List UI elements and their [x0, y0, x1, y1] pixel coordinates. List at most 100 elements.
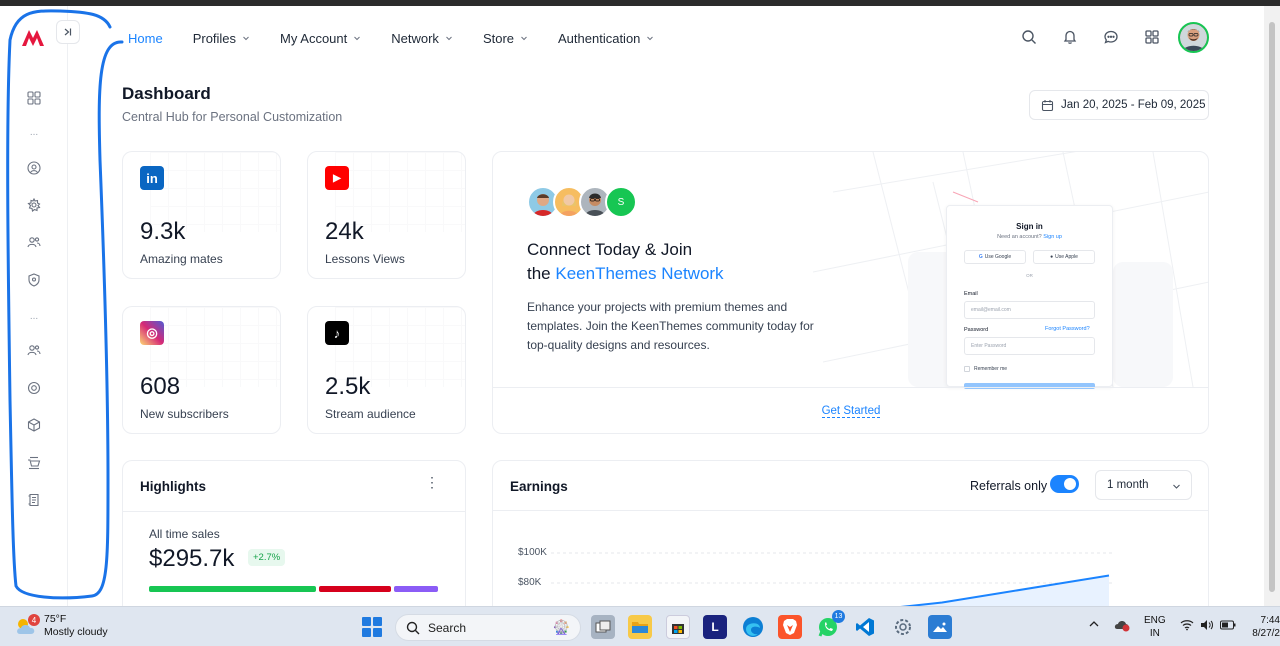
nav-network[interactable]: Network	[391, 31, 453, 46]
tiktok-icon: ♪	[325, 321, 349, 345]
nav-home[interactable]: Home	[128, 31, 163, 46]
change-badge: +2.7%	[248, 549, 286, 566]
task-view-icon[interactable]	[591, 615, 615, 639]
weather-badge: 4	[28, 614, 40, 626]
stat-value: 608	[140, 373, 181, 400]
clock[interactable]: 7:44 8/27/2	[1248, 614, 1280, 640]
email-field-preview: email@email.com	[964, 301, 1095, 319]
stat-value: 2.5k	[325, 373, 371, 400]
settings-app-icon[interactable]	[891, 615, 915, 639]
google-label: Use Google	[984, 254, 1012, 260]
nav-my-account-label: My Account	[280, 30, 348, 46]
email-label: Email	[964, 291, 978, 297]
search-icon	[406, 621, 420, 634]
battery-icon[interactable]	[1220, 620, 1236, 633]
cloud-sync-error-icon[interactable]	[1113, 618, 1131, 635]
settings-circle-icon[interactable]	[26, 380, 42, 396]
user-circle-icon[interactable]	[26, 160, 42, 176]
get-started-link[interactable]: Get Started	[821, 405, 881, 418]
cart-icon[interactable]	[26, 455, 42, 471]
nav-authentication[interactable]: Authentication	[558, 31, 654, 46]
connect-title-accent[interactable]: KeenThemes Network	[555, 264, 723, 283]
sidebar-collapse-button[interactable]	[56, 20, 80, 44]
edge-icon[interactable]	[741, 615, 765, 639]
cloud-error-glyph	[1114, 621, 1130, 632]
page-scrollbar[interactable]	[1264, 6, 1280, 606]
l-app-icon[interactable]: L	[703, 615, 727, 639]
file-explorer-icon[interactable]	[628, 615, 652, 639]
stat-label: New subscribers	[140, 407, 229, 421]
connect-card: S Connect Today & Join the KeenThemes Ne…	[492, 151, 1209, 434]
brave-glyph	[783, 619, 797, 635]
windows-start-icon[interactable]	[362, 617, 382, 637]
highlights-title: Highlights	[140, 479, 206, 494]
metronic-logo[interactable]	[20, 28, 46, 48]
language-indicator[interactable]: ENG IN	[1144, 614, 1166, 640]
date-range-picker[interactable]: Jan 20, 2025 - Feb 09, 2025	[1029, 90, 1209, 120]
photos-glyph	[933, 622, 947, 632]
stat-card-tiktok[interactable]: ♪ 2.5k Stream audience	[307, 306, 466, 434]
avatar-letter: S	[617, 196, 625, 208]
tiktok-glyph: ♪	[333, 325, 341, 341]
clock-date: 8/27/2	[1252, 628, 1280, 639]
vscode-icon[interactable]	[853, 615, 877, 639]
gear-icon[interactable]	[26, 197, 42, 213]
apps-grid-icon[interactable]	[1143, 28, 1161, 46]
nav-store-label: Store	[482, 30, 515, 46]
or-divider: OR	[1026, 273, 1033, 278]
main-nav: Home Profiles My Account Network Store A…	[128, 28, 684, 48]
document-icon[interactable]	[26, 492, 42, 508]
nav-store[interactable]: Store	[483, 31, 528, 46]
whatsapp-icon[interactable]: 13	[816, 610, 845, 639]
dashboard-grid-icon[interactable]	[26, 90, 42, 106]
chevron-down-icon	[243, 36, 249, 41]
stat-card-linkedin[interactable]: in 9.3k Amazing mates	[122, 151, 281, 279]
weather-widget[interactable]: 4 75°F Mostly cloudy	[14, 613, 108, 639]
google-button-preview: G Use Google	[964, 250, 1026, 264]
all-time-sales-label: All time sales	[149, 527, 220, 541]
store-icon[interactable]	[666, 615, 690, 639]
page-subtitle: Central Hub for Personal Customization	[122, 110, 343, 124]
users-icon[interactable]	[26, 234, 42, 250]
more-vertical-icon[interactable]: ⋮	[425, 475, 439, 489]
chat-icon[interactable]	[1102, 28, 1120, 46]
wifi-icon[interactable]	[1180, 619, 1194, 634]
stat-label: Lessons Views	[325, 252, 405, 266]
shield-icon[interactable]	[26, 272, 42, 288]
nav-profiles-label: Profiles	[192, 30, 237, 46]
bell-icon[interactable]	[1061, 28, 1079, 46]
windows-taskbar: 4 75°F Mostly cloudy Search 🎡 L 13 ENG IN…	[0, 606, 1280, 646]
cube-icon[interactable]	[26, 417, 42, 433]
connect-title-line1: Connect Today & Join	[527, 240, 693, 259]
youtube-glyph: ▶	[333, 172, 341, 184]
stat-card-instagram[interactable]: ◎ 608 New subscribers	[122, 306, 281, 434]
signin-preview: Sign in Need an account? Sign up G Use Go…	[946, 205, 1113, 389]
chevron-up-glyph	[1089, 621, 1099, 627]
photos-icon[interactable]	[928, 615, 952, 639]
user-avatar[interactable]	[1178, 22, 1209, 53]
taskbar-search[interactable]: Search 🎡	[395, 614, 581, 641]
language-region: IN	[1149, 628, 1160, 639]
password-label: Password	[964, 327, 989, 333]
wifi-glyph	[1180, 620, 1194, 631]
nav-profiles[interactable]: Profiles	[193, 31, 250, 46]
earnings-area	[900, 575, 1109, 607]
nav-my-account[interactable]: My Account	[280, 31, 361, 46]
search-icon[interactable]	[1020, 28, 1038, 46]
cloud-sun-icon: 4	[14, 614, 40, 637]
folder-glyph	[632, 622, 648, 633]
chevron-down-icon	[354, 36, 361, 41]
weather-desc: Mostly cloudy	[44, 626, 108, 638]
password-field-preview: Enter Password	[964, 337, 1095, 355]
linkedin-icon: in	[140, 166, 164, 190]
users-group-icon[interactable]	[26, 342, 42, 358]
instagram-glyph: ◎	[146, 325, 158, 340]
stat-card-youtube[interactable]: ▶ 24k Lessons Views	[307, 151, 466, 279]
volume-icon[interactable]	[1200, 619, 1214, 634]
tray-overflow-chevron-icon[interactable]	[1088, 619, 1100, 632]
nav-network-label: Network	[391, 30, 439, 46]
language-code: ENG	[1144, 615, 1166, 626]
member-avatars: S	[527, 186, 637, 218]
brave-icon[interactable]	[778, 615, 802, 639]
scrollbar-thumb[interactable]	[1269, 22, 1275, 592]
